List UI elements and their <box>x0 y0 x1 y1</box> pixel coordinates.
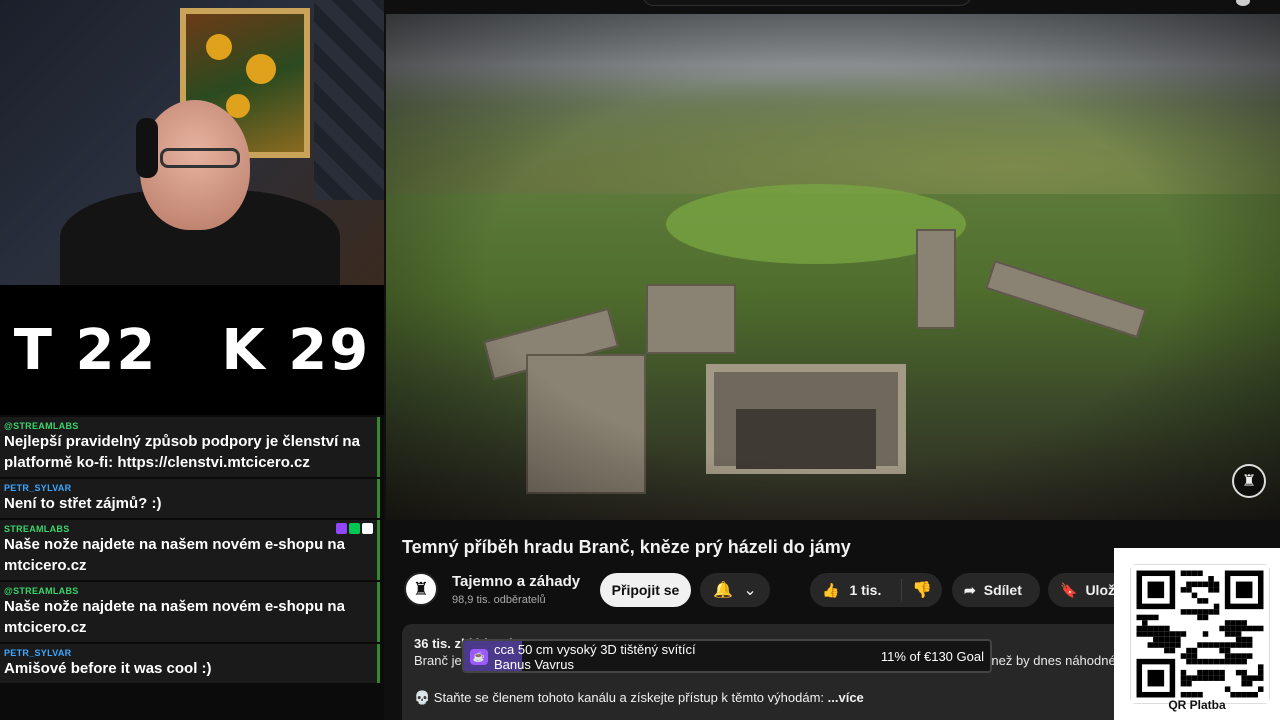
score-t: T 22 <box>13 317 158 383</box>
chat-badges <box>336 523 373 534</box>
qr-payment-panel: QR Platba <box>1114 548 1280 720</box>
kofi-cup-icon: ☕ <box>470 649 488 665</box>
channel-name[interactable]: Tajemno a záhady <box>452 573 580 590</box>
description-membership: 💀 Staňte se členem tohoto kanálu a získe… <box>414 690 1130 706</box>
glasses <box>160 148 240 168</box>
thumbs-down-icon: 👎 <box>912 582 932 599</box>
chat-message: STREAMLABS Naše nože najdete na našem no… <box>0 520 380 580</box>
goal-donor: Banus Vavrus <box>494 657 574 672</box>
share-label: Sdílet <box>983 582 1022 598</box>
chat-message: PETR_SYLVAR Není to střet zájmů? :) <box>0 479 380 518</box>
description-membership-text: 💀 Staňte se členem tohoto kanálu a získe… <box>414 690 825 705</box>
bookmark-icon: 🔖 <box>1060 581 1078 598</box>
share-icon: ➦ <box>964 581 976 598</box>
chat-username: STREAMLABS <box>4 524 70 534</box>
chat-username: PETR_SYLVAR <box>4 648 72 658</box>
chat-message: @STREAMLABS Naše nože najdete na našem n… <box>0 582 380 642</box>
screen: T 22 K 29 @STREAMLABS Nejlepší pravideln… <box>0 0 1280 720</box>
goal-title: cca 50 cm vysoký 3D tištěný svítící <box>494 642 696 657</box>
chat-text: Naše nože najdete na našem novém e-shopu… <box>4 598 345 636</box>
qr-label: QR Platba <box>1168 698 1226 712</box>
chat-message: @STREAMLABS Nejlepší pravidelný způsob p… <box>0 417 380 477</box>
save-label: Ulož <box>1085 582 1115 598</box>
like-dislike-group: 👍 1 tis. 👎 <box>810 573 942 607</box>
video-title: Temný příběh hradu Branč, kněze prý háze… <box>402 537 851 557</box>
chat-text: Nejlepší pravidelný způsob podpory je čl… <box>4 433 360 471</box>
channel-avatar[interactable]: ♜ <box>404 572 438 606</box>
chat-username: @STREAMLABS <box>4 421 79 431</box>
headset-icon <box>136 118 158 178</box>
subscriber-count: 98,9 tis. odběratelů <box>452 594 546 606</box>
qr-code <box>1130 564 1270 704</box>
chat-message: PETR_SYLVAR Amišové before it was cool :… <box>0 644 380 683</box>
chat-text: Není to střet zájmů? :) <box>4 495 162 512</box>
dislike-button[interactable]: 👎 <box>902 580 942 600</box>
mod-badge-icon <box>362 523 373 534</box>
goal-percent: 11% of €130 Goal <box>880 649 984 664</box>
webcam-feed <box>0 0 384 285</box>
qr-code-graphic <box>1131 565 1269 703</box>
video-player[interactable]: ♜ <box>386 14 1280 520</box>
donation-goal-bar: ☕ cca 50 cm vysoký 3D tištěný svítící Ba… <box>462 639 992 673</box>
chat-text: Naše nože najdete na našem novém e-shopu… <box>4 536 345 574</box>
share-button[interactable]: ➦ Sdílet <box>952 573 1040 607</box>
chat-username: PETR_SYLVAR <box>4 483 72 493</box>
chevron-down-icon: ⌄ <box>743 582 757 599</box>
join-button[interactable]: Připojit se <box>600 573 691 607</box>
thumbs-up-icon: 👍 <box>822 581 840 598</box>
score-k: K 29 <box>221 317 371 383</box>
youtube-topbar <box>384 0 1280 14</box>
show-more-link[interactable]: ...více <box>828 690 864 705</box>
channel-watermark-icon[interactable]: ♜ <box>1232 464 1266 498</box>
chat-panel: @STREAMLABS Nejlepší pravidelný způsob p… <box>0 415 384 720</box>
like-button[interactable]: 👍 1 tis. <box>810 579 902 601</box>
verified-badge-icon <box>349 523 360 534</box>
subscriber-badge-icon <box>336 523 347 534</box>
like-count: 1 tis. <box>849 582 882 598</box>
search-input[interactable] <box>642 0 972 6</box>
bell-icon: 🔔 <box>713 582 734 599</box>
account-avatar[interactable] <box>1236 0 1250 6</box>
notification-button[interactable]: 🔔 ⌄ <box>700 573 770 607</box>
acoustic-panel <box>314 0 384 200</box>
score-overlay: T 22 K 29 <box>0 285 384 415</box>
video-vignette <box>386 14 1280 520</box>
chat-text: Amišové before it was cool :) <box>4 660 212 677</box>
chat-username: @STREAMLABS <box>4 586 79 596</box>
